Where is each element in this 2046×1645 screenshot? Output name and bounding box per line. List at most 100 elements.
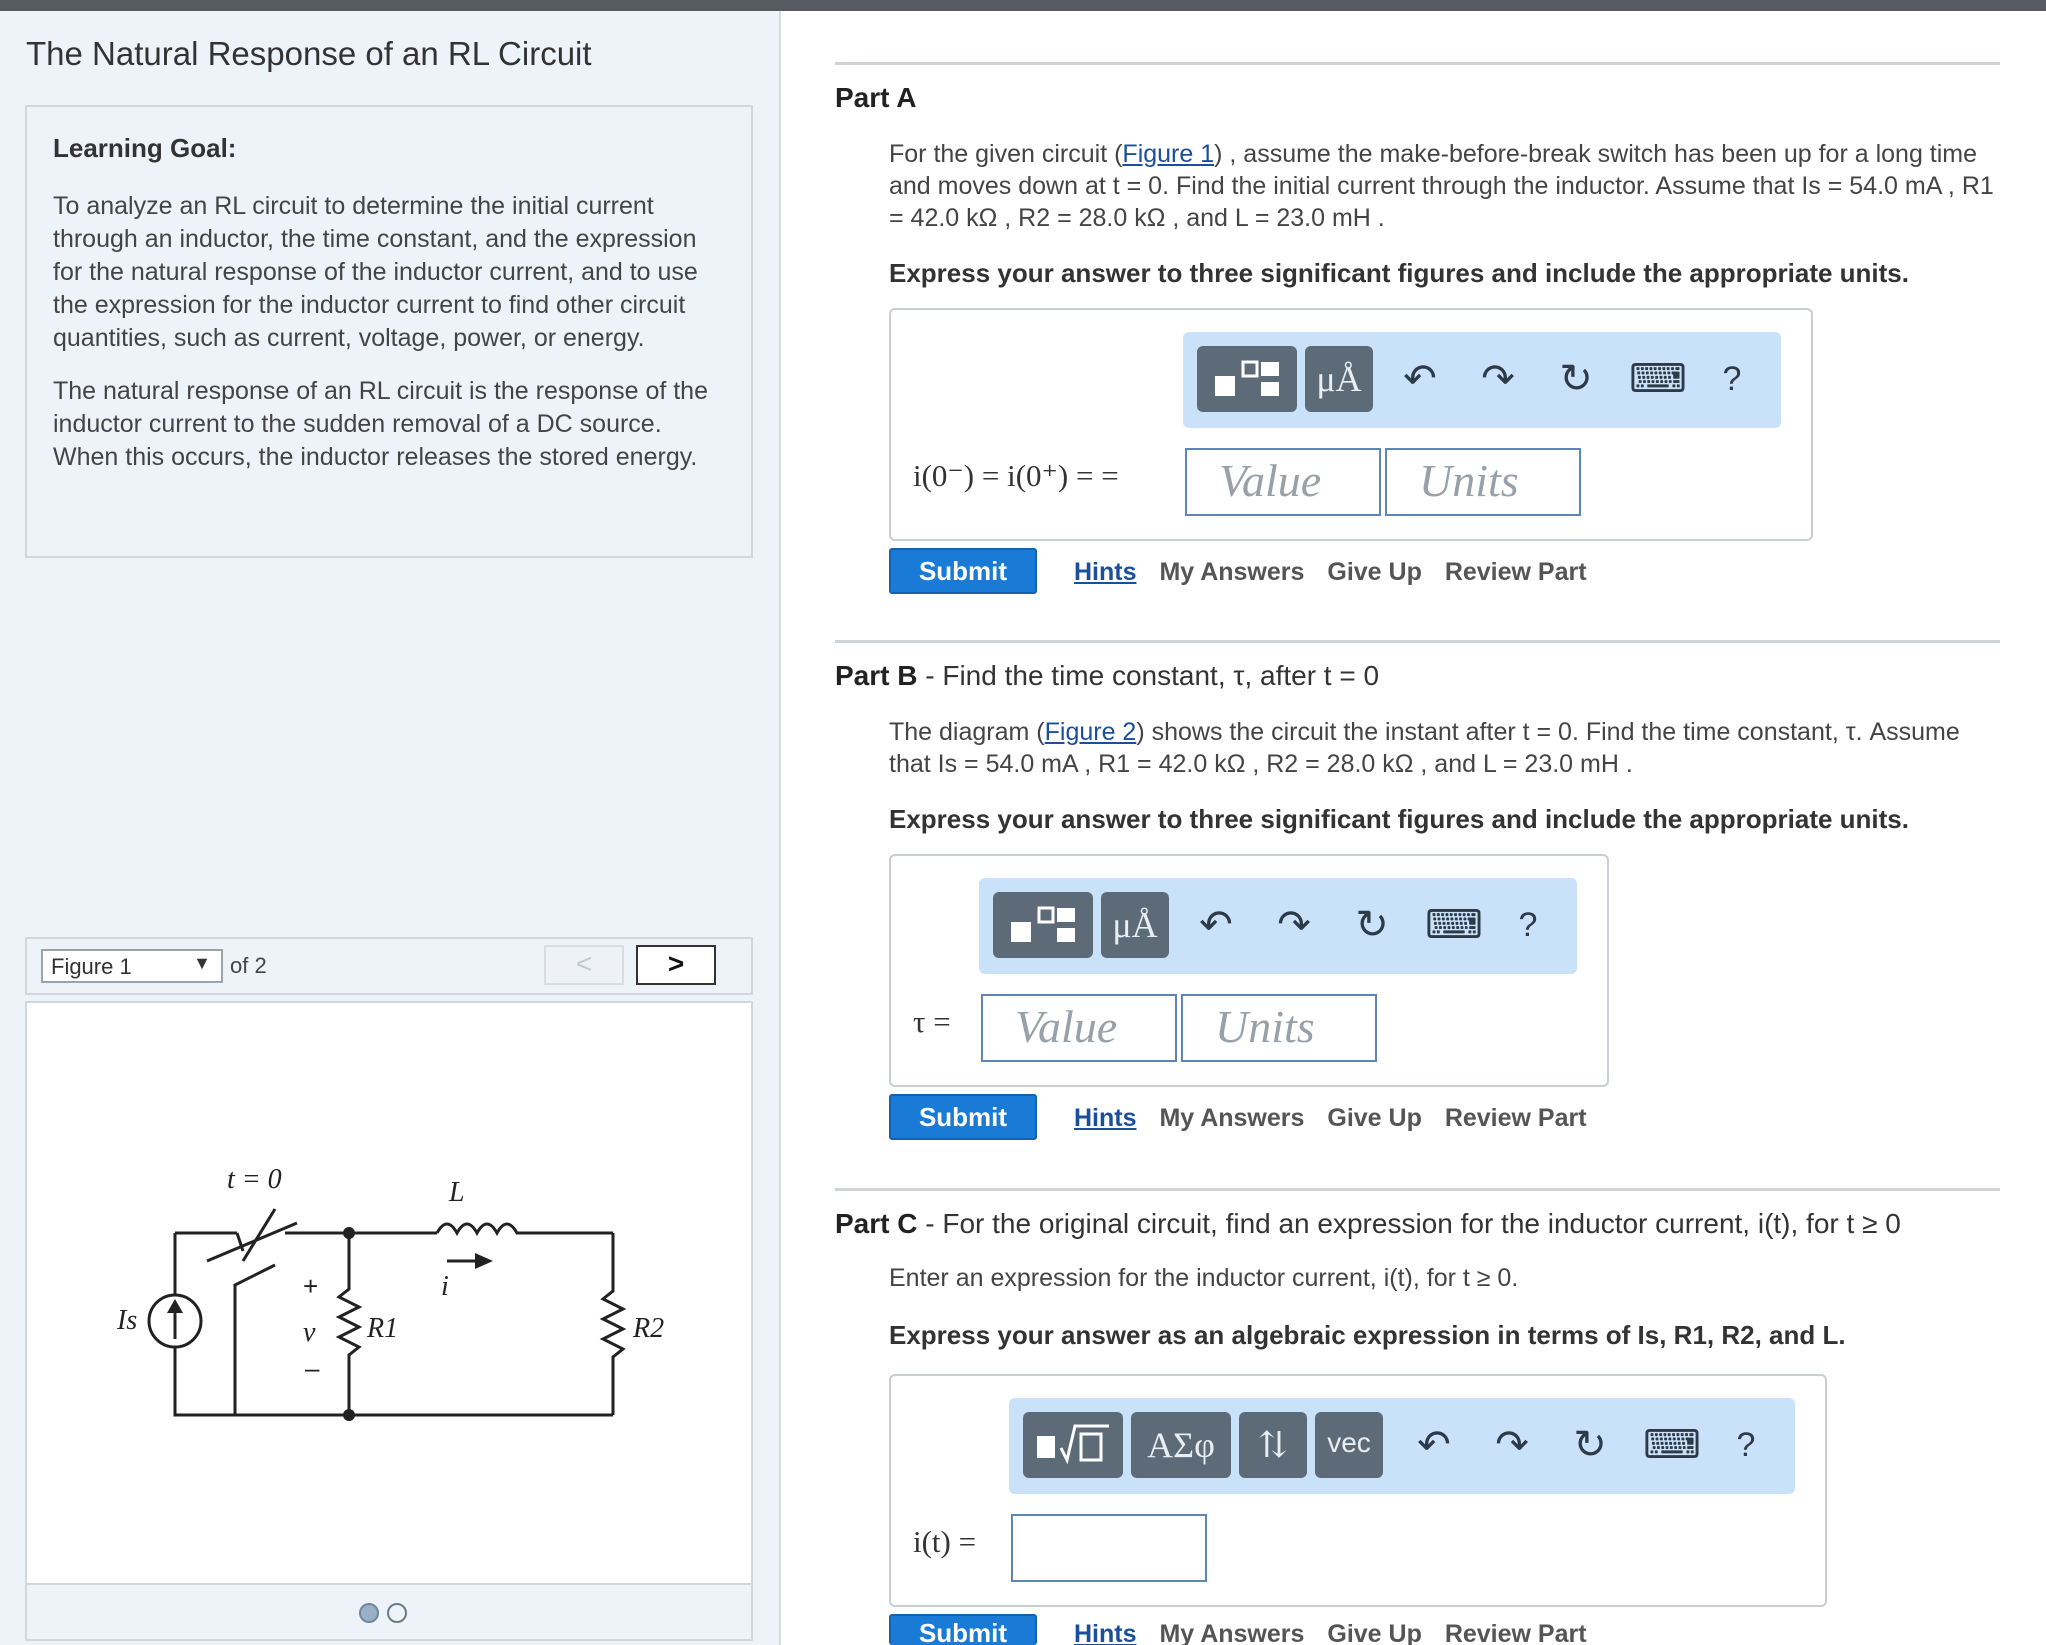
undo-icon[interactable]: ↶	[1191, 902, 1241, 948]
undo-icon[interactable]: ↶	[1395, 356, 1445, 402]
current-arrowhead-icon	[475, 1253, 493, 1269]
part-a-review-part-link[interactable]: Review Part	[1445, 558, 1587, 586]
part-c-give-up-link[interactable]: Give Up	[1327, 1620, 1421, 1645]
learning-goal-box: Learning Goal: To analyze an RL circuit …	[25, 105, 753, 558]
part-b-links: Hints My Answers Give Up Review Part	[1074, 1104, 1603, 1133]
part-b-divider	[835, 640, 2000, 643]
part-b-answer-box: μÅ ↶ ↷ ↻ ⌨ ? τ = Value Units	[889, 854, 1609, 1087]
learning-goal-paragraph-2: The natural response of an RL circuit is…	[53, 377, 708, 471]
part-a-divider	[835, 62, 2000, 65]
circuit-diagram: t = 0 L i Is v R1 R2 + –	[116, 1164, 664, 1421]
reset-icon[interactable]: ↻	[1565, 1422, 1615, 1468]
part-c-equation-label: i(t) =	[913, 1524, 977, 1559]
node-top	[343, 1227, 355, 1239]
switch-lower-contact	[233, 1263, 276, 1415]
part-a-submit-button[interactable]: Submit	[889, 548, 1037, 594]
figure-2-link[interactable]: Figure 2	[1045, 718, 1137, 746]
part-a-instruction: Express your answer to three significant…	[889, 258, 1909, 288]
part-a-give-up-link[interactable]: Give Up	[1327, 558, 1421, 586]
switch-label: t = 0	[227, 1164, 282, 1195]
part-a-toolbar: μÅ ↶ ↷ ↻ ⌨ ?	[1183, 332, 1781, 428]
r2-label: R2	[632, 1313, 664, 1344]
part-a-answer-box: μÅ ↶ ↷ ↻ ⌨ ? i(0⁻) = i(0⁺) = = Value Uni…	[889, 308, 1813, 541]
reset-icon[interactable]: ↻	[1347, 902, 1397, 948]
part-b-problem: The diagram (Figure 2) shows the circuit…	[889, 716, 1999, 780]
part-c-review-part-link[interactable]: Review Part	[1445, 1620, 1587, 1645]
redo-icon[interactable]: ↷	[1487, 1422, 1537, 1468]
figure-select[interactable]: Figure 1 ▼	[41, 949, 223, 983]
part-a-label: Part A	[835, 82, 917, 113]
units-button[interactable]: μÅ	[1101, 892, 1169, 958]
part-a-hints-link[interactable]: Hints	[1074, 558, 1137, 586]
help-icon[interactable]: ?	[1503, 902, 1553, 948]
help-icon[interactable]: ?	[1707, 356, 1757, 402]
help-icon[interactable]: ?	[1721, 1422, 1771, 1468]
next-figure-button[interactable]: >	[636, 945, 716, 985]
part-a-value-input[interactable]: Value	[1185, 448, 1381, 516]
part-b-value-input[interactable]: Value	[981, 994, 1177, 1062]
part-c-hints-link[interactable]: Hints	[1074, 1620, 1137, 1645]
part-b-my-answers-link[interactable]: My Answers	[1159, 1104, 1304, 1132]
vector-button[interactable]: vec	[1315, 1412, 1383, 1478]
keyboard-icon[interactable]: ⌨	[1643, 1422, 1701, 1468]
inductor-l	[435, 1222, 613, 1237]
part-b-review-part-link[interactable]: Review Part	[1445, 1104, 1587, 1132]
part-c-my-answers-link[interactable]: My Answers	[1159, 1620, 1304, 1645]
plus-sign: +	[303, 1271, 318, 1301]
subscript-superscript-button[interactable]: ⇅	[1239, 1412, 1307, 1478]
part-b-subtitle: - Find the time constant, τ, after t = 0	[917, 660, 1380, 691]
reset-icon[interactable]: ↻	[1551, 356, 1601, 402]
figure-select-value: Figure 1	[51, 954, 132, 979]
keyboard-icon[interactable]: ⌨	[1629, 356, 1687, 402]
part-a-units-input[interactable]: Units	[1385, 448, 1581, 516]
figure-pagination	[25, 1585, 753, 1641]
greek-symbols-button[interactable]: ΑΣφ	[1131, 1412, 1231, 1478]
figure-dot-1[interactable]	[359, 1603, 379, 1623]
inductor-label: L	[448, 1177, 465, 1208]
fraction-root-icon	[1037, 1424, 1109, 1465]
left-panel: The Natural Response of an RL Circuit Le…	[0, 11, 781, 1645]
units-button[interactable]: μÅ	[1305, 346, 1373, 412]
templates-button[interactable]	[1197, 346, 1297, 412]
page-title: The Natural Response of an RL Circuit	[26, 35, 592, 72]
redo-icon[interactable]: ↷	[1473, 356, 1523, 402]
part-c-links: Hints My Answers Give Up Review Part	[1074, 1620, 1603, 1645]
part-b-label: Part B	[835, 660, 918, 691]
current-label: i	[441, 1271, 449, 1302]
redo-icon[interactable]: ↷	[1269, 902, 1319, 948]
part-a-links: Hints My Answers Give Up Review Part	[1074, 558, 1603, 587]
templates-button[interactable]	[1023, 1412, 1123, 1478]
templates-button[interactable]	[993, 892, 1093, 958]
part-b-header: Part B - Find the time constant, τ, afte…	[835, 660, 2000, 692]
figure-nav-bar: Figure 1 ▼ of 2 < >	[25, 937, 753, 995]
top-bar	[0, 0, 2046, 11]
figure-1-link[interactable]: Figure 1	[1122, 140, 1214, 168]
templates-icon	[1011, 906, 1075, 942]
part-c-label: Part C	[835, 1208, 918, 1239]
part-a-text-1: For the given circuit (	[889, 140, 1123, 168]
learning-goal-paragraph-1: To analyze an RL circuit to determine th…	[53, 192, 698, 352]
r1-label: R1	[366, 1313, 398, 1344]
part-a-equation-label: i(0⁻) = i(0⁺) = =	[913, 458, 1119, 493]
part-a-my-answers-link[interactable]: My Answers	[1159, 558, 1304, 586]
undo-icon[interactable]: ↶	[1409, 1422, 1459, 1468]
part-c-toolbar: ΑΣφ ⇅ vec ↶ ↷ ↻ ⌨ ?	[1009, 1398, 1795, 1494]
previous-figure-button[interactable]: <	[544, 945, 624, 985]
part-c-problem: Enter an expression for the inductor cur…	[889, 1264, 1519, 1292]
switch-arc	[206, 1221, 298, 1263]
part-b-units-input[interactable]: Units	[1181, 994, 1377, 1062]
part-b-submit-button[interactable]: Submit	[889, 1094, 1037, 1140]
part-c-instruction: Express your answer as an algebraic expr…	[889, 1320, 1846, 1350]
figure-dot-2[interactable]	[387, 1603, 407, 1623]
part-b-give-up-link[interactable]: Give Up	[1327, 1104, 1421, 1132]
resistor-r2	[599, 1233, 627, 1415]
part-c-answer-box: ΑΣφ ⇅ vec ↶ ↷ ↻ ⌨ ? i(t) =	[889, 1374, 1827, 1607]
part-b-hints-link[interactable]: Hints	[1074, 1104, 1137, 1132]
voltage-label: v	[303, 1317, 316, 1348]
minus-sign: –	[305, 1353, 320, 1383]
keyboard-icon[interactable]: ⌨	[1425, 902, 1483, 948]
part-c-submit-button[interactable]: Submit	[889, 1614, 1037, 1645]
part-c-subtitle: - For the original circuit, find an expr…	[917, 1208, 1901, 1239]
part-c-expression-input[interactable]	[1011, 1514, 1207, 1582]
part-b-text-1: The diagram (	[889, 718, 1045, 746]
